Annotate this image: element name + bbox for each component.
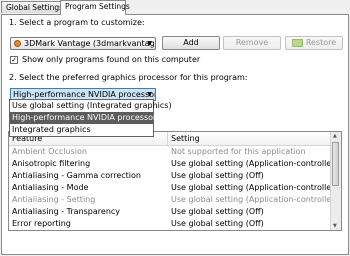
select-program-label: 1. Select a program to customize: xyxy=(9,18,145,27)
column-divider xyxy=(167,132,168,145)
table-row[interactable]: Antialiasing - Gamma correction Use glob… xyxy=(9,170,341,182)
remove-button[interactable]: Remove xyxy=(223,36,281,50)
show-only-label: Show only programs found on this compute… xyxy=(22,55,201,64)
scrollbar-thumb[interactable] xyxy=(332,142,339,186)
setting-cell: Not supported for this application xyxy=(171,147,306,156)
feature-cell: Antialiasing - Setting xyxy=(12,195,96,204)
table-row[interactable]: Ambient Occlusion Not supported for this… xyxy=(9,146,341,158)
program-select-value: 3DMark Vantage (3dmarkvantage.... xyxy=(24,39,156,48)
tab-program-settings[interactable]: Program Settings xyxy=(60,0,130,15)
program-icon xyxy=(14,40,21,47)
processor-option[interactable]: High-performance NVIDIA processor xyxy=(10,112,156,124)
feature-cell: Antialiasing - Gamma correction xyxy=(12,171,141,180)
scroll-down-icon[interactable]: ▼ xyxy=(333,223,337,229)
nvidia-restore-icon xyxy=(291,38,303,47)
feature-cell: Antialiasing - Transparency xyxy=(12,207,121,216)
setting-cell: Use global setting (Off) xyxy=(171,219,264,228)
processor-option[interactable]: Integrated graphics xyxy=(10,124,153,136)
table-row[interactable]: Antialiasing - Transparency Use global s… xyxy=(9,206,341,218)
show-only-checkbox[interactable]: ✓ xyxy=(10,56,18,64)
table-row[interactable]: Anisotropic filtering Use global setting… xyxy=(9,158,341,170)
setting-cell: Use global setting (Off) xyxy=(171,207,264,216)
feature-cell: Anisotropic filtering xyxy=(12,159,91,168)
feature-cell: Ambient Occlusion xyxy=(12,147,87,156)
table-row[interactable]: Error reporting Use global setting (Off) xyxy=(9,218,341,230)
setting-cell: Use global setting (Off) xyxy=(171,171,264,180)
table-scrollbar[interactable]: ▲ ▼ xyxy=(330,132,341,230)
restore-button[interactable]: Restore xyxy=(285,36,343,50)
scroll-up-icon[interactable]: ▲ xyxy=(333,133,337,139)
program-select[interactable]: 3DMark Vantage (3dmarkvantage.... ▼ xyxy=(10,37,156,50)
graphics-processor-dropdown-list: Use global setting (Integrated graphics)… xyxy=(9,99,172,137)
feature-cell: Antialiasing - Mode xyxy=(12,183,89,192)
add-button[interactable]: Add xyxy=(162,36,220,50)
restore-button-label: Restore xyxy=(305,38,337,47)
graphics-processor-value: High-performance NVIDIA processor xyxy=(13,90,156,99)
chevron-down-icon: ▼ xyxy=(147,40,152,47)
setting-cell: Use global setting (Application-controll… xyxy=(171,195,340,204)
select-processor-label: 2. Select the preferred graphics process… xyxy=(9,73,248,82)
processor-option[interactable]: Use global setting (Integrated graphics) xyxy=(10,100,172,112)
settings-tabs: Global Settings Program Settings xyxy=(0,0,350,15)
column-header-setting[interactable]: Setting xyxy=(171,132,200,145)
setting-cell: Use global setting (Application-controll… xyxy=(171,159,340,168)
feature-cell: Error reporting xyxy=(12,219,71,228)
tab-global-settings[interactable]: Global Settings xyxy=(1,1,63,13)
setting-cell: Use global setting (Application-controll… xyxy=(171,183,340,192)
table-row[interactable]: Antialiasing - Setting Use global settin… xyxy=(9,194,341,206)
table-row[interactable]: Antialiasing - Mode Use global setting (… xyxy=(9,182,341,194)
settings-table: Feature Setting Ambient Occlusion Not su… xyxy=(8,131,342,231)
